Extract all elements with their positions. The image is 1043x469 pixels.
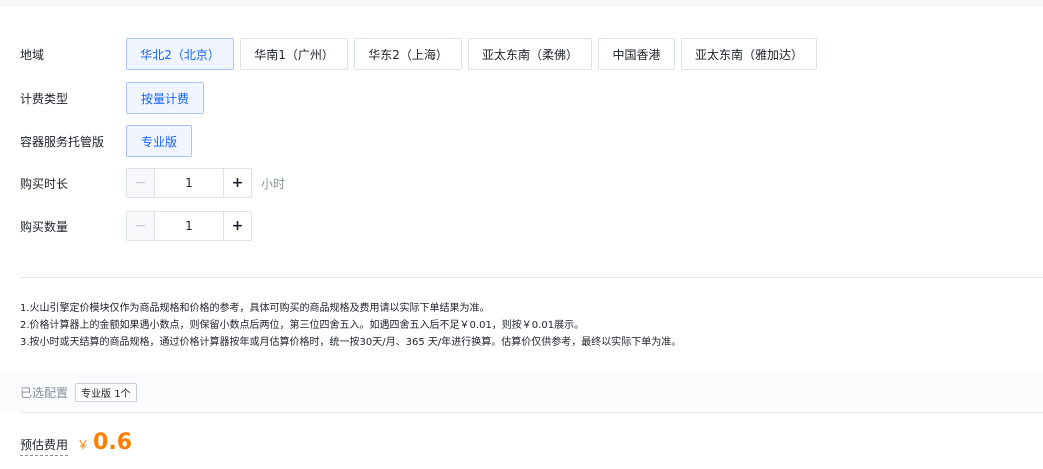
edition-row: 容器服务托管版 专业版 [20,125,192,157]
divider-bottom [20,412,1043,413]
region-option-guangzhou[interactable]: 华南1（广州） [240,38,348,70]
duration-input[interactable] [155,169,223,197]
note-3: 3.按小时或天结算的商品规格，通过价格计算器按年或月估算价格时，统一按30天/月… [20,337,682,348]
quantity-increment-button[interactable]: + [223,212,251,240]
duration-decrement-button[interactable]: − [127,169,155,197]
selected-config-label: 已选配置 [20,385,69,400]
region-option-shanghai[interactable]: 华东2（上海） [354,38,462,70]
top-strip [0,0,1043,6]
region-options: 华北2（北京） 华南1（广州） 华东2（上海） 亚太东南（柔佛） 中国香港 亚太… [126,38,817,70]
note-1: 1.火山引擎定价模块仅作为商品规格和价格的参考，具体可购买的商品规格及费用请以实… [20,303,490,314]
region-label: 地域 [20,47,45,62]
selected-config-bar: 已选配置 专业版 1个 [0,372,1043,412]
region-option-hongkong[interactable]: 中国香港 [598,38,675,70]
billing-label: 计费类型 [20,91,69,106]
region-option-beijing[interactable]: 华北2（北京） [126,38,234,70]
quantity-decrement-button[interactable]: − [127,212,155,240]
quantity-input[interactable] [155,212,223,240]
estimated-price: 预估费用 ￥ 0.6 [20,430,132,456]
region-row: 地域 华北2（北京） 华南1（广州） 华东2（上海） 亚太东南（柔佛） 中国香港… [20,38,817,70]
duration-increment-button[interactable]: + [223,169,251,197]
divider [20,277,1043,278]
quantity-label: 购买数量 [20,219,69,234]
region-option-johor[interactable]: 亚太东南（柔佛） [468,38,592,70]
selected-config-tag: 专业版 1个 [75,382,137,402]
duration-stepper: − + [126,168,252,198]
currency-symbol: ￥ [77,438,90,452]
quantity-stepper: − + [126,211,252,241]
estimated-price-value: 0.6 [93,430,133,455]
pricing-notes: 1.火山引擎定价模块仅作为商品规格和价格的参考，具体可购买的商品规格及费用请以实… [20,300,1030,351]
billing-row: 计费类型 按量计费 [20,82,204,114]
duration-row: 购买时长 − + 小时 [20,168,285,198]
region-option-jakarta[interactable]: 亚太东南（雅加达） [681,38,817,70]
duration-label: 购买时长 [20,176,69,191]
edition-label: 容器服务托管版 [20,134,105,149]
billing-option-pay-as-you-go[interactable]: 按量计费 [126,82,204,114]
estimated-price-label[interactable]: 预估费用 [20,436,69,456]
duration-unit: 小时 [261,176,286,191]
note-2: 2.价格计算器上的金额如果遇小数点，则保留小数点后两位，第三位四舍五入。如遇四舍… [20,320,585,331]
edition-option-pro[interactable]: 专业版 [126,125,192,157]
quantity-row: 购买数量 − + [20,211,252,241]
